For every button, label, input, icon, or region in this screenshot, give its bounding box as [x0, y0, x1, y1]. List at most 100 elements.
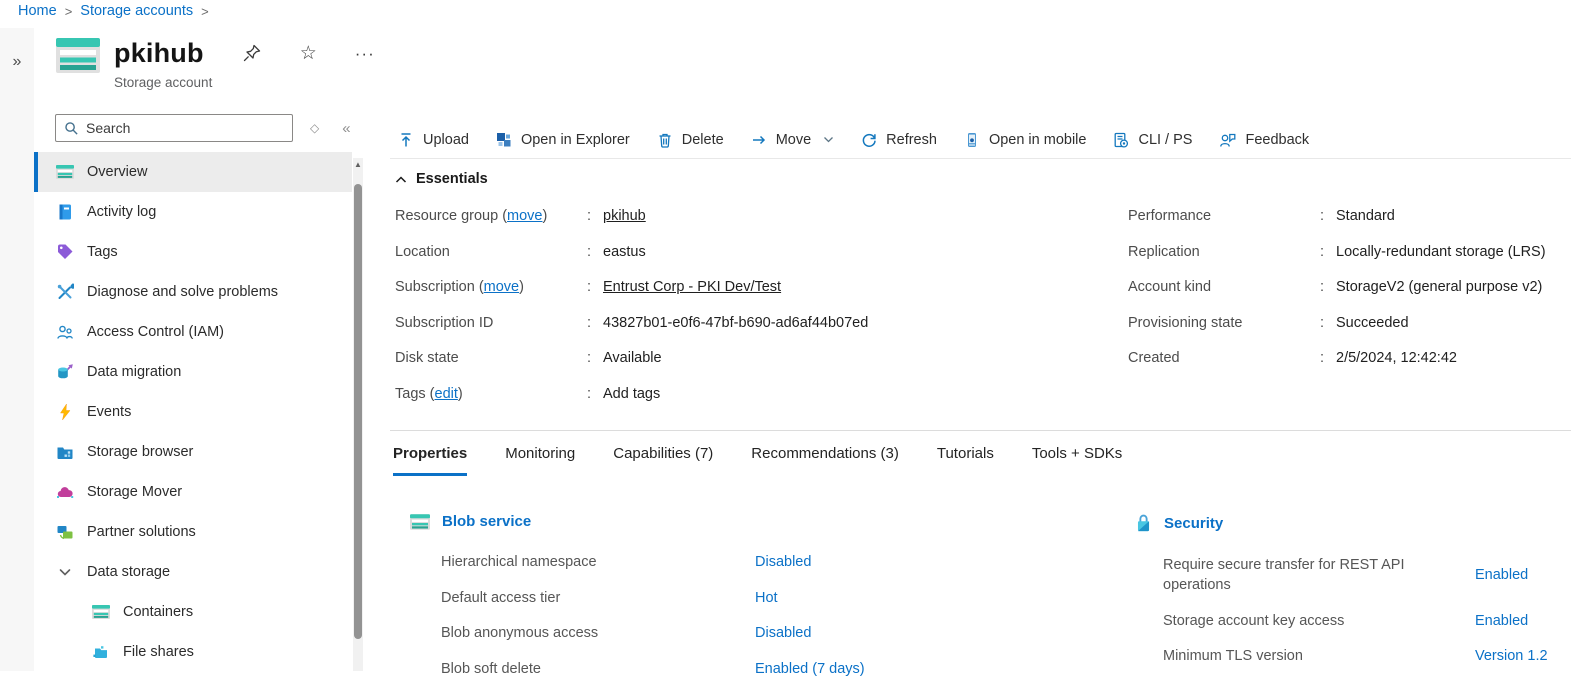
chevron-down-icon: [56, 563, 74, 581]
security-section: Security Require secure transfer for RES…: [1135, 513, 1571, 666]
tab-tools-sdks[interactable]: Tools + SDKs: [1032, 445, 1122, 476]
toolbar-label: CLI / PS: [1138, 132, 1192, 148]
blob-service-icon: [410, 514, 430, 530]
sidebar-item-label: Diagnose and solve problems: [87, 284, 278, 300]
overview-content: Upload Open in Explorer Delete Move: [390, 28, 1571, 671]
resource-group-link[interactable]: pkihub: [603, 206, 646, 226]
sidebar-item-events[interactable]: Events: [34, 392, 352, 432]
sidebar-item-label: Storage Mover: [87, 484, 182, 500]
sidebar-item-file-shares[interactable]: File shares: [34, 632, 352, 672]
open-in-explorer-button[interactable]: Open in Explorer: [496, 132, 630, 148]
trash-icon: [657, 132, 673, 148]
hierarchical-namespace-value-link[interactable]: Disabled: [755, 552, 811, 572]
sidebar-item-label: Overview: [87, 164, 147, 180]
essentials-row-subscription: Subscription (move) : Entrust Corp - PKI…: [395, 277, 1121, 297]
storage-mover-icon: [56, 483, 74, 501]
tab-tutorials[interactable]: Tutorials: [937, 445, 994, 476]
breadcrumb-separator: >: [65, 4, 73, 19]
sidebar-item-label: Containers: [123, 604, 193, 620]
essentials-row-location: Location : eastus: [395, 242, 1121, 262]
toolbar-label: Upload: [423, 132, 469, 148]
delete-button[interactable]: Delete: [657, 132, 724, 148]
essentials-row-resource-group: Resource group (move) : pkihub: [395, 206, 1121, 226]
sidebar-item-storage-browser[interactable]: Storage browser: [34, 432, 352, 472]
sidebar-group-data-storage[interactable]: Data storage: [34, 552, 352, 592]
sidebar-item-overview[interactable]: Overview: [34, 152, 352, 192]
tab-properties[interactable]: Properties: [393, 445, 467, 476]
data-migration-icon: [56, 363, 74, 381]
sidebar-search-input[interactable]: [86, 120, 284, 136]
prop-row-key-access: Storage account key access Enabled: [1135, 611, 1571, 631]
blob-soft-delete-value-link[interactable]: Enabled (7 days): [755, 659, 865, 679]
move-dropdown-chevron-icon[interactable]: [823, 134, 834, 145]
sidebar-item-containers[interactable]: Containers: [34, 592, 352, 632]
upload-button[interactable]: Upload: [398, 132, 469, 148]
sidebar-item-partner-solutions[interactable]: Partner solutions: [34, 512, 352, 552]
feedback-button[interactable]: Feedback: [1219, 132, 1309, 148]
subscription-move-link[interactable]: move: [484, 279, 519, 295]
toolbar-label: Open in mobile: [989, 132, 1087, 148]
collapse-sidebar-icon[interactable]: «: [342, 120, 350, 137]
activity-log-icon: [56, 203, 74, 221]
events-icon: [56, 403, 74, 421]
sidebar-searchbox[interactable]: [55, 114, 293, 142]
breadcrumb-storage-accounts-link[interactable]: Storage accounts: [80, 3, 193, 19]
open-in-mobile-button[interactable]: Open in mobile: [964, 132, 1087, 148]
sidebar-item-access-control[interactable]: Access Control (IAM): [34, 312, 352, 352]
toolbar-divider: [390, 158, 1571, 159]
sidebar-scrollbar[interactable]: ▲: [353, 158, 363, 671]
prop-row-blob-soft-delete: Blob soft delete Enabled (7 days): [410, 659, 1122, 679]
essentials-row-provisioning-state: Provisioning state : Succeeded: [1128, 313, 1571, 333]
key-access-value-link[interactable]: Enabled: [1475, 611, 1528, 631]
breadcrumb: Home > Storage accounts >: [18, 3, 217, 19]
essentials-row-subscription-id: Subscription ID : 43827b01-e0f6-47bf-b69…: [395, 313, 1121, 333]
performance-value: Standard: [1336, 206, 1395, 226]
sidebar-item-label: Activity log: [87, 204, 156, 220]
prop-row-hierarchical-namespace: Hierarchical namespace Disabled: [410, 552, 1122, 572]
move-button[interactable]: Move: [751, 132, 834, 148]
file-shares-icon: [92, 643, 110, 661]
essentials-row-disk-state: Disk state : Available: [395, 348, 1121, 368]
cli-ps-button[interactable]: CLI / PS: [1113, 132, 1192, 148]
minimum-tls-value-link[interactable]: Version 1.2: [1475, 646, 1548, 666]
scrollbar-thumb[interactable]: [354, 184, 362, 639]
blob-service-header[interactable]: Blob service: [410, 513, 1122, 530]
sidebar-item-tags[interactable]: Tags: [34, 232, 352, 272]
tags-edit-link[interactable]: edit: [435, 386, 458, 402]
expand-panel-icon[interactable]: »: [13, 54, 22, 70]
cli-console-icon: [1113, 132, 1129, 148]
sidebar-item-label: File shares: [123, 644, 194, 660]
sidebar-item-activity-log[interactable]: Activity log: [34, 192, 352, 232]
tab-monitoring[interactable]: Monitoring: [505, 445, 575, 476]
essentials-row-tags: Tags (edit) : Add tags: [395, 384, 1121, 404]
toolbar-label: Open in Explorer: [521, 132, 630, 148]
security-header[interactable]: Security: [1135, 513, 1571, 533]
sidebar-item-diagnose[interactable]: Diagnose and solve problems: [34, 272, 352, 312]
scrollbar-up-arrow[interactable]: ▲: [353, 158, 363, 172]
blob-anonymous-access-value-link[interactable]: Disabled: [755, 623, 811, 643]
location-value: eastus: [603, 242, 646, 262]
prop-row-default-access-tier: Default access tier Hot: [410, 588, 1122, 608]
sidebar-item-data-migration[interactable]: Data migration: [34, 352, 352, 392]
sidebar-item-label: Data migration: [87, 364, 181, 380]
secure-transfer-value-link[interactable]: Enabled: [1475, 565, 1528, 585]
essentials-right-column: Performance : Standard Replication : Loc…: [1128, 206, 1571, 384]
tab-recommendations[interactable]: Recommendations (3): [751, 445, 899, 476]
sidebar-item-storage-mover[interactable]: Storage Mover: [34, 472, 352, 512]
default-access-tier-value-link[interactable]: Hot: [755, 588, 778, 608]
breadcrumb-home-link[interactable]: Home: [18, 3, 57, 19]
sidebar-item-label: Data storage: [87, 564, 170, 580]
essentials-toggle[interactable]: Essentials: [395, 171, 488, 187]
refresh-icon: [861, 132, 877, 148]
tab-capabilities[interactable]: Capabilities (7): [613, 445, 713, 476]
section-title: Security: [1164, 515, 1223, 532]
add-tags-link[interactable]: Add tags: [603, 384, 660, 404]
sidebar-menu: Overview Activity log Tags Diagnose and …: [34, 152, 352, 672]
refresh-button[interactable]: Refresh: [861, 132, 937, 148]
sidebar-item-label: Events: [87, 404, 131, 420]
subscription-link[interactable]: Entrust Corp - PKI Dev/Test: [603, 277, 781, 297]
reorder-icon[interactable]: ◇: [310, 121, 319, 135]
resource-group-move-link[interactable]: move: [507, 208, 542, 224]
sidebar-item-label: Partner solutions: [87, 524, 196, 540]
security-lock-icon: [1135, 513, 1152, 533]
